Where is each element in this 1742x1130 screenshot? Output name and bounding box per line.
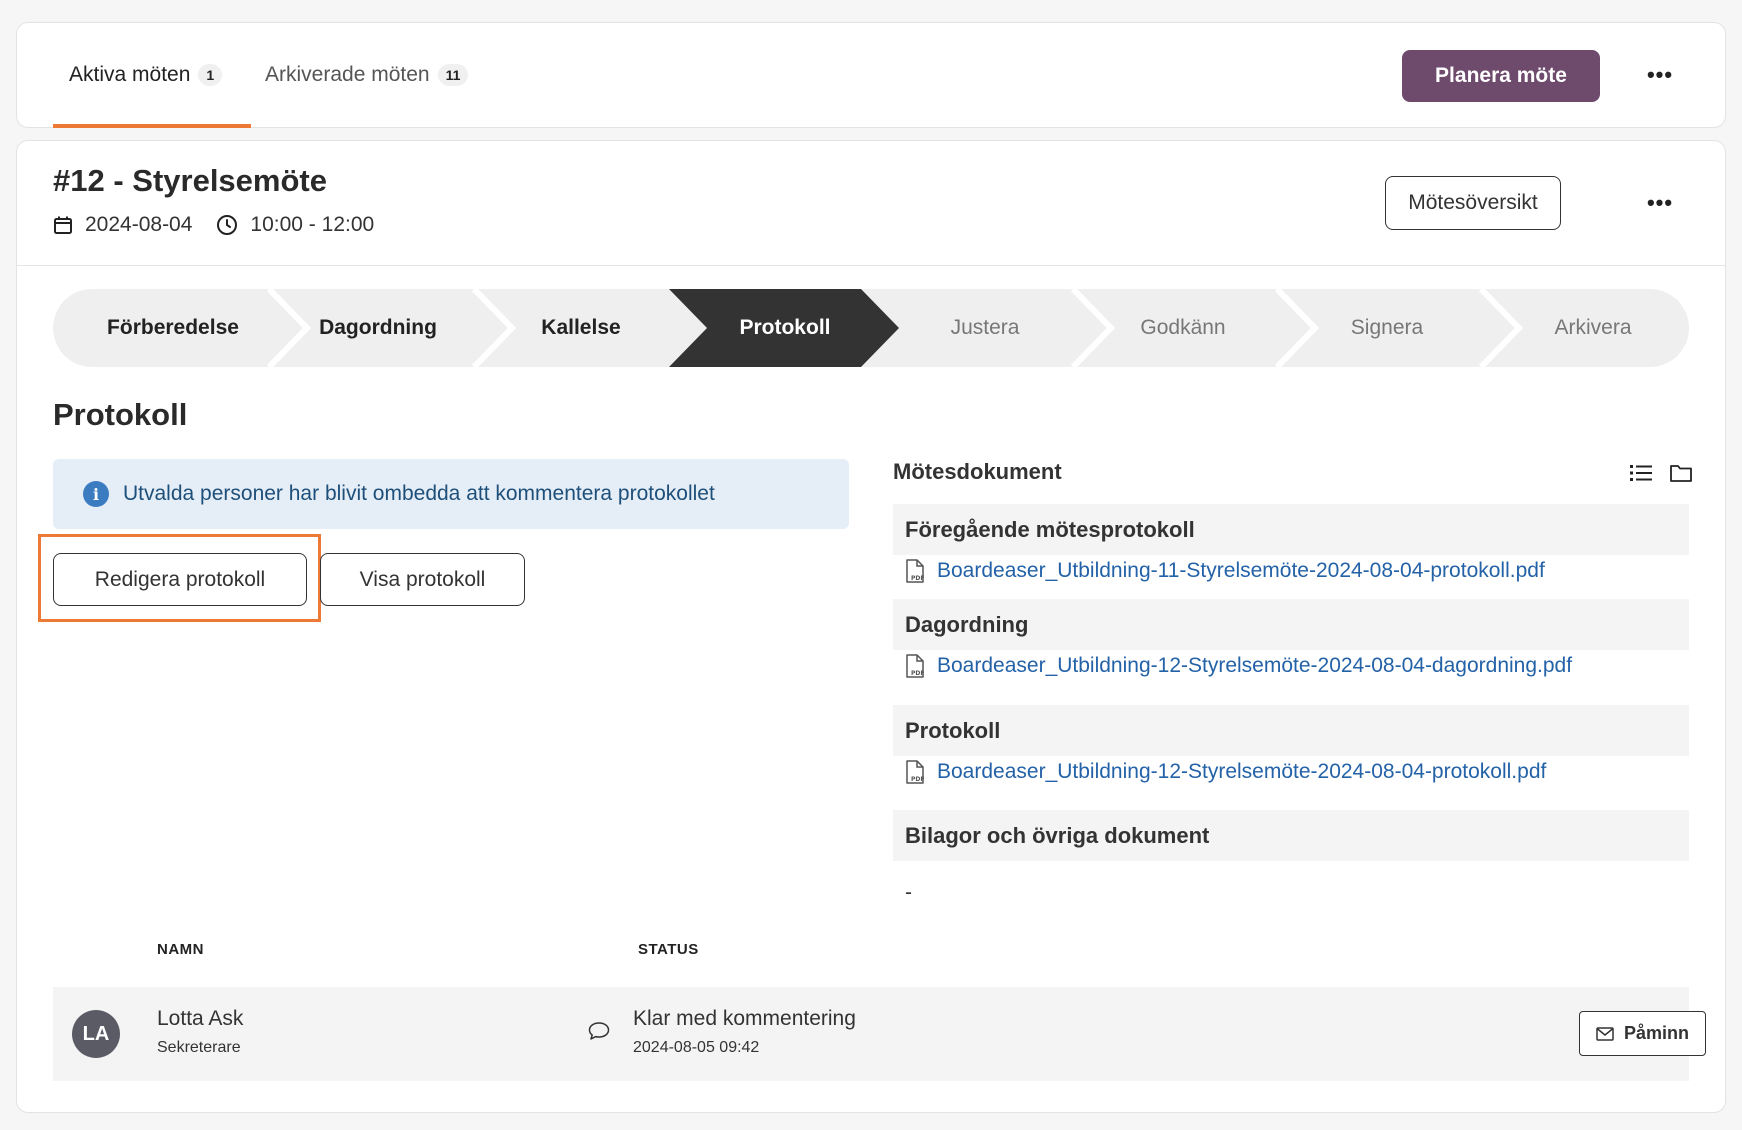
status-timestamp: 2024-08-05 09:42 xyxy=(633,1039,760,1056)
svg-text:PDF: PDF xyxy=(911,670,924,677)
mail-icon xyxy=(1596,1026,1614,1041)
list-view-icon[interactable] xyxy=(1630,463,1652,483)
document-file-name: Boardeaser_Utbildning-12-Styrelsemöte-20… xyxy=(937,760,1547,783)
info-icon: i xyxy=(83,481,109,507)
top-bar: Aktiva möten 1 Arkiverade möten 11 Plane… xyxy=(16,22,1726,128)
tab-archived-meetings[interactable]: Arkiverade möten 11 xyxy=(265,23,505,127)
meeting-panel: #12 - Styrelsemöte 2024-08-04 10:00 - 12… xyxy=(16,140,1726,1113)
section-title: Protokoll xyxy=(53,397,188,432)
tab-label: Arkiverade möten xyxy=(265,63,430,86)
status-text: Klar med kommentering xyxy=(633,1007,856,1030)
meeting-time: 10:00 - 12:00 xyxy=(250,213,375,236)
document-link[interactable]: PDF Boardeaser_Utbildning-12-Styrelsemöt… xyxy=(905,760,1546,784)
step-notice[interactable]: Kallelse xyxy=(483,289,679,367)
step-approve[interactable]: Godkänn xyxy=(1085,289,1281,367)
pdf-file-icon: PDF xyxy=(906,559,924,583)
column-header-status: STATUS xyxy=(638,941,699,958)
folder-view-icon[interactable] xyxy=(1670,463,1692,483)
column-header-name: NAMN xyxy=(157,941,204,958)
more-options-icon[interactable]: ••• xyxy=(1640,188,1680,218)
step-archive[interactable]: Arkivera xyxy=(1497,289,1689,367)
remind-button[interactable]: Påminn xyxy=(1579,1011,1706,1056)
empty-placeholder: - xyxy=(905,881,912,904)
more-options-icon[interactable]: ••• xyxy=(1640,60,1680,90)
document-file-name: Boardeaser_Utbildning-11-Styrelsemöte-20… xyxy=(937,559,1545,582)
meeting-meta: 2024-08-04 10:00 - 12:00 xyxy=(53,213,374,237)
info-banner: i Utvalda personer har blivit ombedda at… xyxy=(53,459,849,529)
avatar: LA xyxy=(72,1010,120,1058)
person-role: Sekreterare xyxy=(157,1039,241,1056)
active-tab-indicator xyxy=(53,124,251,128)
edit-minutes-button[interactable]: Redigera protokoll xyxy=(53,553,307,606)
document-link[interactable]: PDF Boardeaser_Utbildning-11-Styrelsemöt… xyxy=(905,559,1545,583)
step-sign[interactable]: Signera xyxy=(1289,289,1485,367)
view-minutes-button[interactable]: Visa protokoll xyxy=(320,553,525,606)
svg-text:PDF: PDF xyxy=(911,776,924,783)
meeting-date: 2024-08-04 xyxy=(85,213,193,236)
remind-label: Påminn xyxy=(1623,1023,1689,1043)
calendar-icon xyxy=(54,216,72,234)
doc-section-heading: Dagordning xyxy=(893,599,1689,650)
tab-count-badge: 1 xyxy=(198,64,223,86)
step-minutes[interactable]: Protokoll xyxy=(683,289,887,367)
meeting-progress-stepper: Förberedelse Dagordning Kallelse Protoko… xyxy=(53,289,1689,367)
doc-section-heading: Bilagor och övriga dokument xyxy=(893,810,1689,861)
step-preparation[interactable]: Förberedelse xyxy=(73,289,273,367)
tab-count-badge: 11 xyxy=(437,64,469,86)
document-link[interactable]: PDF Boardeaser_Utbildning-12-Styrelsemöt… xyxy=(905,654,1572,678)
doc-section-heading: Föregående mötesprotokoll xyxy=(893,504,1689,555)
meeting-overview-button[interactable]: Mötesöversikt xyxy=(1385,176,1561,230)
person-name: Lotta Ask xyxy=(157,1007,244,1030)
comment-icon xyxy=(588,1022,610,1040)
documents-title: Mötesdokument xyxy=(893,459,1062,484)
step-agenda[interactable]: Dagordning xyxy=(277,289,479,367)
svg-text:PDF: PDF xyxy=(911,575,924,582)
pdf-file-icon: PDF xyxy=(906,654,924,678)
document-file-name: Boardeaser_Utbildning-12-Styrelsemöte-20… xyxy=(937,654,1573,677)
tab-label: Aktiva möten xyxy=(69,63,191,86)
divider xyxy=(17,265,1725,266)
info-text: Utvalda personer har blivit ombedda att … xyxy=(123,482,715,505)
doc-section-heading: Protokoll xyxy=(893,705,1689,756)
step-adjust[interactable]: Justera xyxy=(889,289,1081,367)
pdf-file-icon: PDF xyxy=(906,760,924,784)
meeting-title: #12 - Styrelsemöte xyxy=(53,163,327,198)
table-row: LA Lotta Ask Sekreterare Klar med kommen… xyxy=(53,987,1706,1081)
plan-meeting-button[interactable]: Planera möte xyxy=(1402,50,1600,102)
clock-icon xyxy=(217,215,238,235)
tab-active-meetings[interactable]: Aktiva möten 1 xyxy=(53,23,251,128)
